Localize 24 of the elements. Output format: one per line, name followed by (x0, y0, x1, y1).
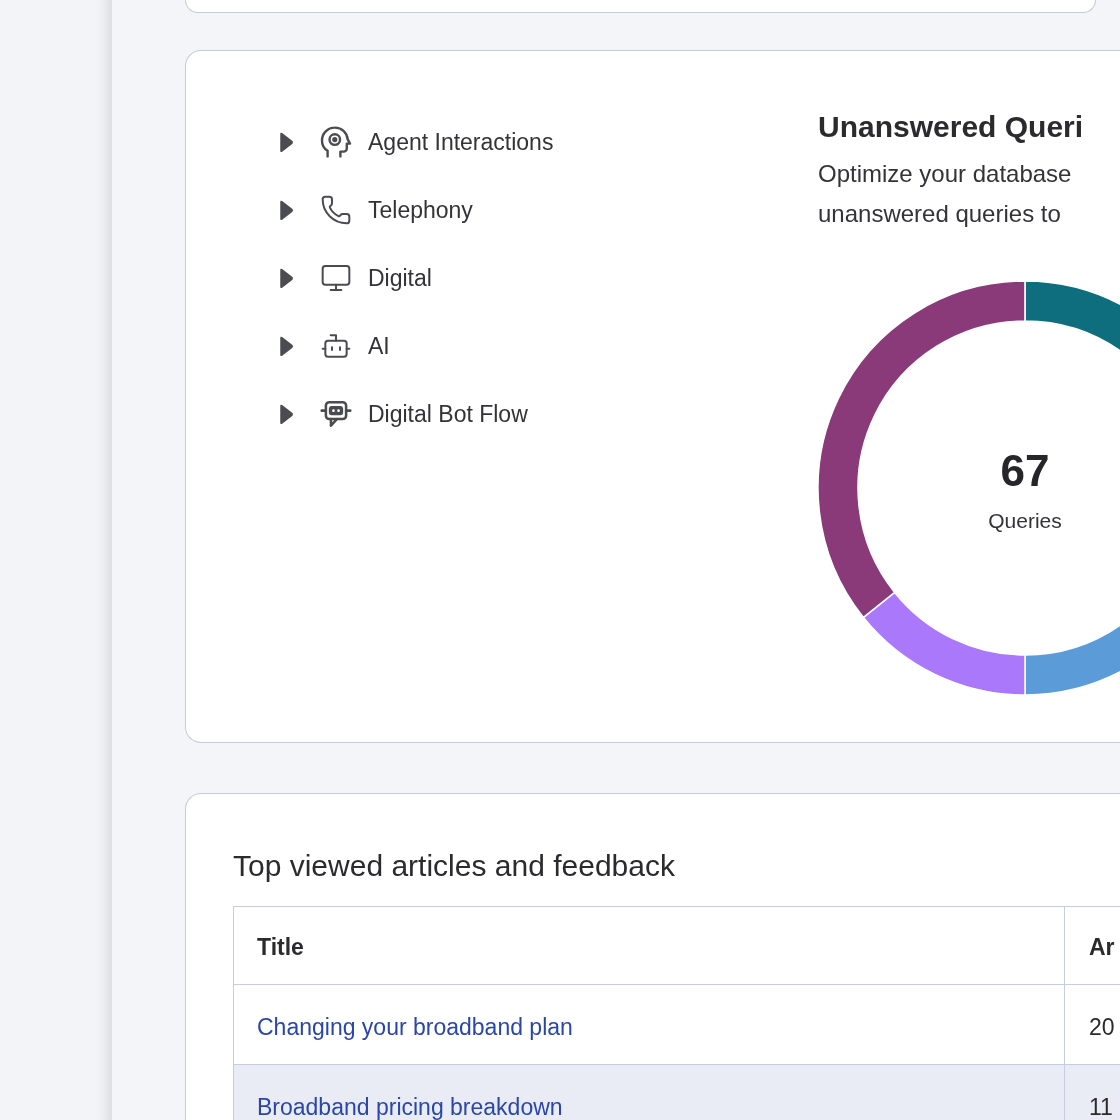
chart-title: Unanswered Queri (818, 109, 1085, 145)
caret-icon[interactable] (280, 199, 294, 221)
total-label: Queries (988, 508, 1062, 534)
tree-item-label[interactable]: Telephony (368, 195, 473, 225)
section-title: Top viewed articles and feedback (233, 848, 676, 884)
column-header: Ar (1088, 933, 1116, 962)
phone-icon (320, 194, 352, 226)
tree-item-label[interactable]: Agent Interactions (368, 127, 554, 157)
caret-icon[interactable] (280, 267, 294, 289)
chat-robot-icon (320, 400, 352, 428)
monitor-icon (320, 262, 352, 294)
caret-icon[interactable] (280, 335, 294, 357)
article-link[interactable]: Changing your broadband plan (257, 1014, 573, 1040)
head-profile-icon (320, 126, 352, 158)
total-count: 67 (1000, 447, 1050, 495)
tree-item-label[interactable]: Digital Bot Flow (368, 399, 528, 429)
chart-description: Optimize your database unanswered queries to (818, 159, 1073, 229)
table-cell: 11 (1065, 1065, 1120, 1120)
tree-item-label[interactable]: AI (368, 331, 390, 361)
article-link[interactable]: Broadband pricing breakdown (257, 1094, 563, 1120)
caret-icon[interactable] (280, 403, 294, 425)
column-header: Title (234, 907, 1065, 984)
tree-item-label[interactable]: Digital (368, 263, 432, 293)
caret-icon[interactable] (280, 131, 294, 153)
